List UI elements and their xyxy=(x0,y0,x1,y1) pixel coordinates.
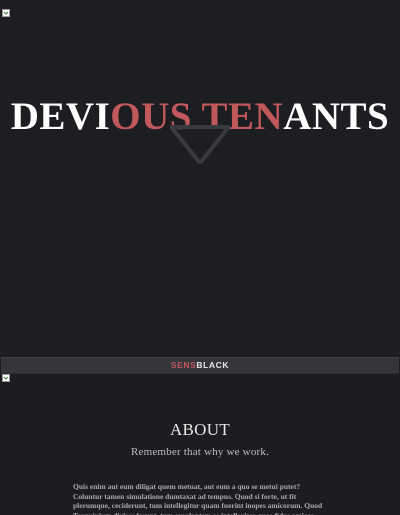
title-part: ANTS xyxy=(283,95,390,139)
broken-image-icon xyxy=(2,9,10,17)
brand-bar: SENSBLACK xyxy=(1,357,399,374)
brand-name-part2: BLACK xyxy=(196,360,230,370)
about-heading: ABOUT xyxy=(169,420,231,439)
brand-name-part1: SENS xyxy=(170,360,197,370)
title-part: DEVI xyxy=(10,95,111,139)
hero-section: DEVIOUS TENANTS xyxy=(0,0,400,357)
broken-image-icon xyxy=(2,374,10,382)
page: DEVIOUS TENANTS SENSBLACK ABOUT Remember… xyxy=(0,0,400,515)
about-body-text: Quis enim aut eum diligat quem metuat, a… xyxy=(73,482,323,515)
about-subtitle: Remember that why we work. xyxy=(130,446,270,458)
down-triangle-outline-icon[interactable] xyxy=(168,125,232,167)
